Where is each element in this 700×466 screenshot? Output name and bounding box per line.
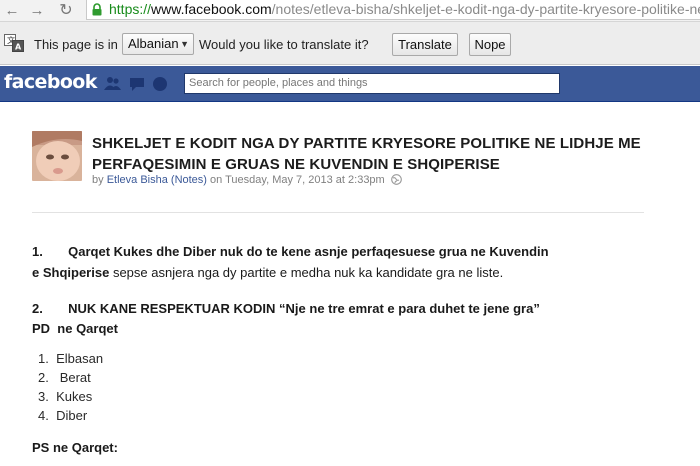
- paragraph-2-bold: NUK KANE RESPEKTUAR KODIN “Nje ne tre em…: [68, 301, 540, 316]
- nope-button[interactable]: Nope: [469, 33, 511, 56]
- ps-heading: PS ne Qarqet:: [32, 440, 118, 455]
- regions-list: 1. Elbasan 2. Berat 3. Kukes 4. Diber: [38, 349, 103, 425]
- note-title: SHKELJET E KODIT NGA DY PARTITE KRYESORE…: [92, 135, 641, 173]
- author-link[interactable]: Etleva Bisha: [107, 174, 168, 186]
- note-byline: by Etleva Bisha (Notes) on Tuesday, May …: [92, 174, 402, 186]
- translate-prefix: This page is in: [34, 37, 118, 52]
- back-arrow-icon[interactable]: ←: [2, 1, 22, 21]
- paragraph-1-text: sepse asnjera nga dy partite e medha nuk…: [112, 265, 504, 280]
- facebook-logo[interactable]: facebook: [4, 71, 97, 93]
- list-item: 3. Kukes: [38, 389, 93, 404]
- translate-icon: 文 A: [4, 34, 24, 52]
- author-avatar[interactable]: [32, 131, 82, 181]
- translate-button[interactable]: Translate: [392, 33, 458, 56]
- notifications-icon[interactable]: [153, 77, 167, 91]
- chevron-down-icon: ▼: [180, 39, 189, 49]
- url-text: https://www.facebook.com/notes/etleva-bi…: [109, 1, 700, 17]
- note-date[interactable]: on Tuesday, May 7, 2013 at 2:33pm: [210, 174, 385, 186]
- globe-icon[interactable]: [390, 174, 402, 185]
- header-icons: [104, 77, 167, 91]
- translate-bar: 文 A This page is in Albanian ▼ Would you…: [0, 22, 700, 65]
- lock-icon: [92, 3, 102, 16]
- paragraph-1: 1. Qarqet Kukes dhe Diber nuk do te kene…: [32, 244, 549, 280]
- messages-icon[interactable]: [130, 78, 144, 91]
- reload-icon[interactable]: ↻: [56, 1, 76, 21]
- friend-requests-icon[interactable]: [104, 77, 121, 90]
- forward-arrow-icon[interactable]: →: [27, 1, 47, 21]
- list-item: 2. Berat: [38, 370, 91, 385]
- facebook-header: facebook Search for people, places and t…: [0, 66, 700, 102]
- address-bar[interactable]: https://www.facebook.com/notes/etleva-bi…: [86, 0, 700, 20]
- svg-text:A: A: [15, 43, 22, 52]
- paragraph-2: 2. NUK KANE RESPEKTUAR KODIN “Nje ne tre…: [32, 301, 540, 316]
- browser-toolbar: ← → ↻ https://www.facebook.com/notes/etl…: [0, 0, 700, 22]
- divider: [32, 212, 644, 213]
- notes-link[interactable]: (Notes): [171, 174, 207, 186]
- pd-subheading: PD ne Qarqet: [32, 321, 118, 336]
- list-item: 1. Elbasan: [38, 351, 104, 366]
- language-select[interactable]: Albanian ▼: [122, 33, 194, 55]
- search-input[interactable]: Search for people, places and things: [184, 73, 560, 94]
- translate-question: Would you like to translate it?: [199, 37, 369, 52]
- list-item: 4. Diber: [38, 408, 88, 423]
